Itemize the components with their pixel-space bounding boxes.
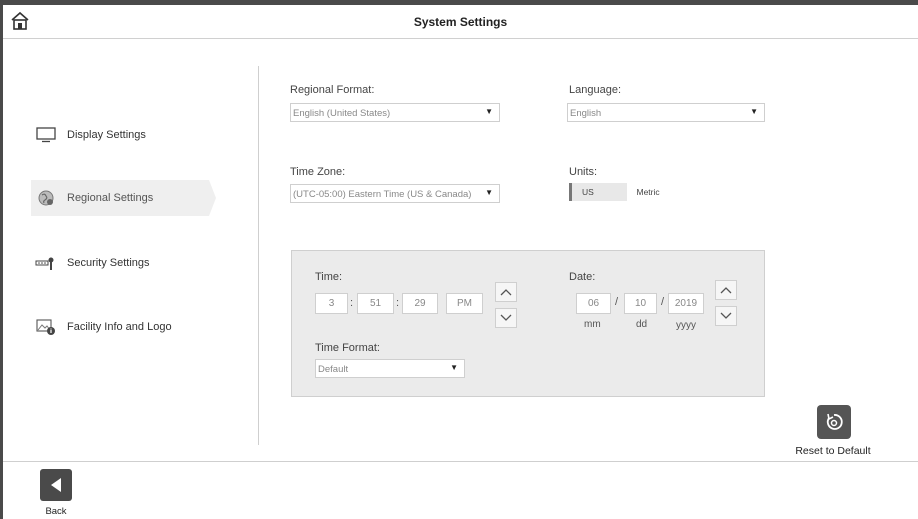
- second-field[interactable]: 29: [402, 293, 438, 314]
- key-icon: [31, 255, 61, 271]
- units-option-metric[interactable]: Metric: [627, 183, 682, 201]
- back-button[interactable]: [40, 469, 72, 501]
- time-separator: :: [396, 297, 400, 309]
- select-value: English: [570, 108, 602, 119]
- dropdown-arrow-icon: ▼: [485, 107, 493, 116]
- time-label: Time:: [315, 271, 343, 283]
- date-down-button[interactable]: [715, 306, 737, 326]
- image-info-icon: [31, 318, 61, 336]
- language-label: Language:: [569, 84, 621, 96]
- dropdown-arrow-icon: ▼: [750, 107, 758, 116]
- units-toggle[interactable]: US Metric: [569, 183, 681, 201]
- reset-icon: [826, 413, 843, 430]
- date-separator: /: [615, 296, 619, 308]
- time-separator: :: [350, 297, 354, 309]
- minute-field[interactable]: 51: [357, 293, 394, 314]
- units-label: Units:: [569, 166, 598, 178]
- date-separator: /: [661, 296, 665, 308]
- sidebar-item-regional[interactable]: Regional Settings: [31, 180, 216, 216]
- back-label: Back: [45, 506, 67, 517]
- dropdown-arrow-icon: ▼: [485, 188, 493, 197]
- chevron-down-icon: [500, 314, 512, 321]
- back-arrow-icon: [51, 478, 61, 492]
- sidebar-item-facility[interactable]: Facility Info and Logo: [31, 309, 216, 345]
- day-field[interactable]: 10: [624, 293, 657, 314]
- sidebar-item-label: Display Settings: [67, 129, 146, 141]
- dropdown-arrow-icon: ▼: [450, 363, 458, 372]
- sidebar-item-label: Security Settings: [67, 257, 150, 269]
- month-field[interactable]: 06: [576, 293, 611, 314]
- select-value: (UTC-05:00) Eastern Time (US & Canada): [293, 189, 472, 200]
- chevron-up-icon: [500, 289, 512, 296]
- time-date-panel: Time: 3 : 51 : 29 PM Time Format: Defaul…: [291, 250, 765, 397]
- units-option-us[interactable]: US: [569, 183, 627, 201]
- globe-icon: [31, 189, 61, 207]
- day-hint: dd: [636, 319, 648, 330]
- sidebar-item-display[interactable]: Display Settings: [31, 117, 216, 153]
- date-label: Date:: [569, 271, 596, 283]
- date-up-button[interactable]: [715, 280, 737, 300]
- page-title: System Settings: [413, 15, 508, 29]
- year-field[interactable]: 2019: [668, 293, 704, 314]
- time-format-label: Time Format:: [315, 342, 380, 354]
- sidebar-item-label: Facility Info and Logo: [67, 321, 172, 333]
- reset-label: Reset to Default: [795, 445, 871, 457]
- timezone-label: Time Zone:: [290, 166, 346, 178]
- regional-format-select[interactable]: English (United States) ▼: [290, 103, 500, 122]
- timezone-select[interactable]: (UTC-05:00) Eastern Time (US & Canada) ▼: [290, 184, 500, 203]
- language-select[interactable]: English ▼: [567, 103, 765, 122]
- chevron-down-icon: [720, 312, 732, 319]
- month-hint: mm: [584, 319, 601, 330]
- monitor-icon: [31, 127, 61, 143]
- header-bar: System Settings: [3, 5, 918, 39]
- time-up-button[interactable]: [495, 282, 517, 302]
- sidebar-divider: [258, 66, 259, 445]
- ampm-field[interactable]: PM: [446, 293, 483, 314]
- hour-field[interactable]: 3: [315, 293, 348, 314]
- reset-to-default-button[interactable]: [817, 405, 851, 439]
- settings-window: System Settings Display Settings Regiona…: [3, 5, 918, 519]
- time-down-button[interactable]: [495, 308, 517, 328]
- select-value: Default: [318, 364, 349, 375]
- sidebar-item-label: Regional Settings: [67, 192, 154, 204]
- regional-format-label: Regional Format:: [290, 84, 375, 96]
- chevron-up-icon: [720, 287, 732, 294]
- sidebar-item-security[interactable]: Security Settings: [31, 245, 216, 281]
- select-value: English (United States): [293, 108, 391, 119]
- time-format-select[interactable]: Default ▼: [315, 359, 465, 378]
- footer-divider: [3, 461, 918, 462]
- year-hint: yyyy: [676, 320, 696, 331]
